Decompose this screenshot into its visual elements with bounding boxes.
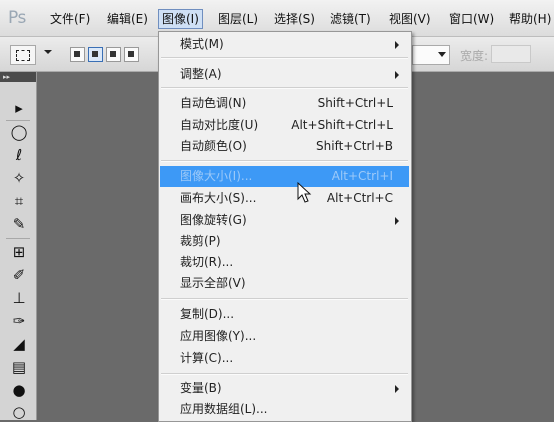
image-menu-dropdown: 模式(M) 调整(A) 自动色调(N) Shift+Ctrl+L 自动对比度(U… <box>158 31 412 422</box>
width-field[interactable] <box>491 45 531 63</box>
menu-item-mode[interactable]: 模式(M) <box>160 34 409 55</box>
toolbox-panel: ▸▸ ▸ ◯ ℓ ✧ ⌗ ✎ ⊞ ✐ ⊥ ✑ ◢ ▤ ● ○ <box>0 72 37 422</box>
menu-item-auto-tone[interactable]: 自动色调(N) Shift+Ctrl+L <box>160 93 409 114</box>
photoshop-logo: Ps <box>8 8 26 28</box>
menu-item-image-rotation[interactable]: 图像旋转(G) <box>160 210 409 231</box>
menu-separator <box>161 160 408 162</box>
crop-tool-icon[interactable]: ⌗ <box>9 191 29 211</box>
menu-item-calculations[interactable]: 计算(C)... <box>160 348 409 369</box>
new-selection-icon[interactable] <box>70 47 85 62</box>
chevron-down-icon <box>438 52 446 57</box>
lasso-tool-icon[interactable]: ℓ <box>9 145 29 165</box>
menu-item-image-size[interactable]: 图像大小(I)... Alt+Ctrl+I <box>160 166 409 187</box>
menu-separator <box>161 87 408 89</box>
menu-item-canvas-size[interactable]: 画布大小(S)... Alt+Ctrl+C <box>160 188 409 209</box>
menu-item-apply-image[interactable]: 应用图像(Y)... <box>160 326 409 347</box>
submenu-arrow-icon <box>395 41 399 49</box>
blur-tool-icon[interactable]: ● <box>9 380 29 400</box>
menu-help[interactable]: 帮助(H) <box>506 10 554 28</box>
subtract-from-selection-icon[interactable] <box>106 47 121 62</box>
eyedropper-tool-icon[interactable]: ✎ <box>9 214 29 234</box>
width-label: 宽度: <box>460 49 489 63</box>
toolbox-collapse-icon[interactable]: ▸▸ <box>0 72 36 82</box>
add-to-selection-icon[interactable] <box>88 47 103 62</box>
eraser-tool-icon[interactable]: ◢ <box>9 334 29 354</box>
submenu-arrow-icon <box>395 71 399 79</box>
menu-view[interactable]: 视图(V) <box>386 10 434 28</box>
menu-item-crop[interactable]: 裁剪(P) <box>160 231 409 252</box>
healing-brush-tool-icon[interactable]: ⊞ <box>9 242 29 262</box>
tool-preset-dropdown-arrow-icon[interactable] <box>44 50 52 54</box>
menu-item-variables[interactable]: 变量(B) <box>160 378 409 399</box>
menu-separator <box>161 373 408 375</box>
elliptical-marquee-tool-icon[interactable]: ◯ <box>9 122 29 142</box>
menu-layer[interactable]: 图层(L) <box>215 10 261 28</box>
magic-wand-tool-icon[interactable]: ✧ <box>9 168 29 188</box>
menu-item-trim[interactable]: 裁切(R)... <box>160 252 409 273</box>
toolbox-divider <box>6 238 30 239</box>
submenu-arrow-icon <box>395 385 399 393</box>
menu-filter[interactable]: 滤镜(T) <box>327 10 374 28</box>
history-brush-tool-icon[interactable]: ✑ <box>9 311 29 331</box>
menu-select[interactable]: 选择(S) <box>271 10 318 28</box>
menu-item-duplicate[interactable]: 复制(D)... <box>160 304 409 325</box>
menu-edit[interactable]: 编辑(E) <box>104 10 151 28</box>
submenu-arrow-icon <box>395 217 399 225</box>
gradient-tool-icon[interactable]: ▤ <box>9 357 29 377</box>
move-tool-icon[interactable]: ▸ <box>9 98 29 118</box>
menu-window[interactable]: 窗口(W) <box>446 10 497 28</box>
menu-item-auto-contrast[interactable]: 自动对比度(U) Alt+Shift+Ctrl+L <box>160 115 409 136</box>
menu-item-apply-data-set[interactable]: 应用数据组(L)... <box>160 399 409 420</box>
menu-image[interactable]: 图像(I) <box>158 9 203 29</box>
rectangular-marquee-icon[interactable] <box>10 45 36 65</box>
menu-item-auto-color[interactable]: 自动颜色(O) Shift+Ctrl+B <box>160 136 409 157</box>
menu-separator <box>161 298 408 300</box>
brush-tool-icon[interactable]: ✐ <box>9 265 29 285</box>
menu-separator <box>161 57 408 59</box>
clone-stamp-tool-icon[interactable]: ⊥ <box>9 288 29 308</box>
dodge-tool-icon[interactable]: ○ <box>9 402 29 422</box>
mouse-pointer-icon <box>297 182 312 203</box>
toolbox-divider <box>6 120 30 121</box>
menu-item-reveal-all[interactable]: 显示全部(V) <box>160 273 409 294</box>
menu-item-adjustments[interactable]: 调整(A) <box>160 64 409 85</box>
menu-file[interactable]: 文件(F) <box>47 10 93 28</box>
intersect-selection-icon[interactable] <box>124 47 139 62</box>
